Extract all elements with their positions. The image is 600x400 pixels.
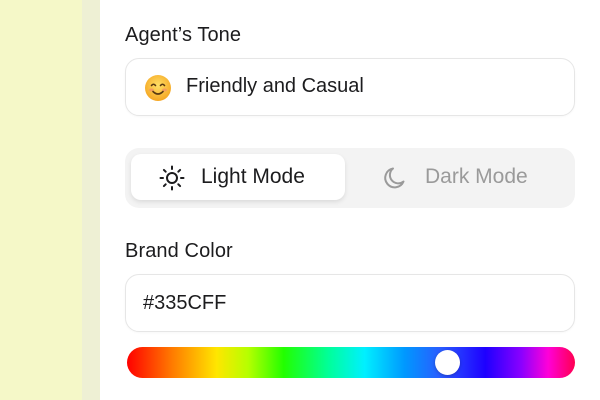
theme-mode-toggle: Light Mode Dark Mode xyxy=(125,148,575,208)
agent-tone-label: Agent’s Tone xyxy=(125,24,242,46)
light-mode-option[interactable]: Light Mode xyxy=(131,154,345,200)
moon-icon xyxy=(384,167,405,189)
smiling-face-emoji-icon xyxy=(145,75,171,101)
panel-edge xyxy=(82,0,100,400)
dark-mode-label: Dark Mode xyxy=(425,165,528,188)
sun-icon xyxy=(159,165,185,191)
agent-tone-select[interactable]: Friendly and Casual xyxy=(125,58,575,116)
hue-slider-thumb[interactable] xyxy=(434,350,460,375)
settings-panel: Agent’s Tone Friendly and Casual Light M… xyxy=(100,0,600,400)
brand-color-label: Brand Color xyxy=(125,240,233,262)
dark-mode-option[interactable]: Dark Mode xyxy=(355,154,569,200)
brand-color-value: #335CFF xyxy=(143,292,227,314)
brand-color-input[interactable]: #335CFF xyxy=(125,274,575,332)
agent-tone-value: Friendly and Casual xyxy=(186,75,364,97)
settings-screen: Agent’s Tone Friendly and Casual Light M… xyxy=(0,0,600,400)
hue-slider[interactable] xyxy=(127,347,575,378)
left-background xyxy=(0,0,82,400)
light-mode-label: Light Mode xyxy=(201,165,305,188)
